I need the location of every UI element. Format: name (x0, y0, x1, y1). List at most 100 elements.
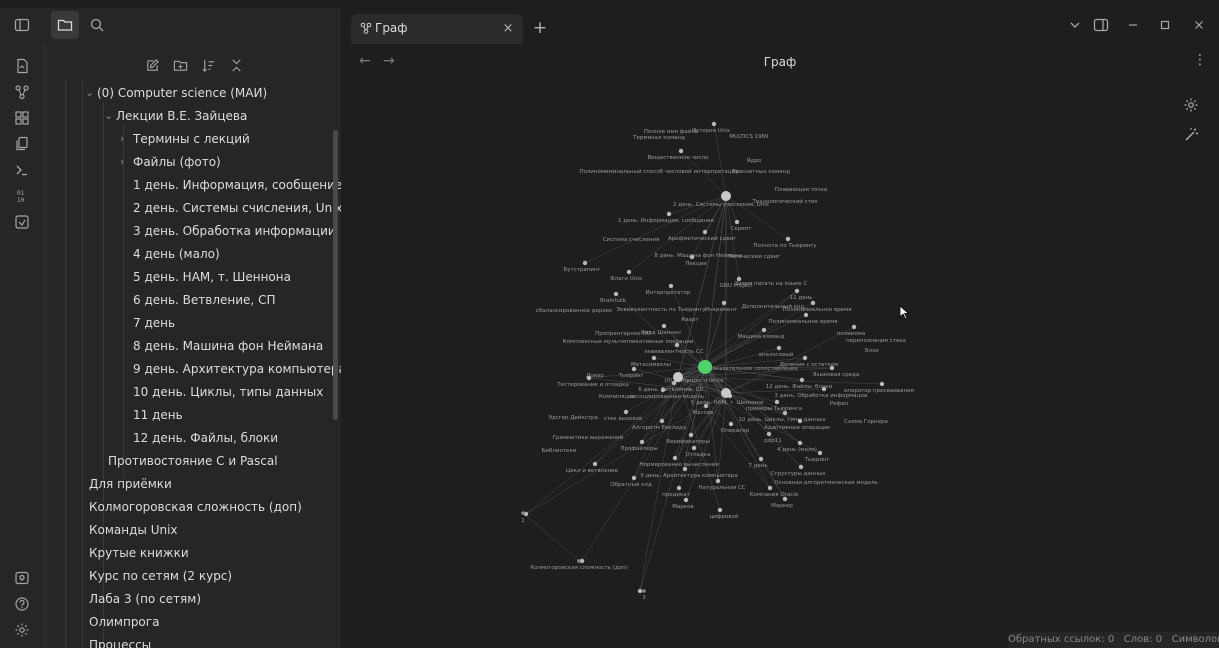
graph-node[interactable] (715, 478, 721, 484)
graph-node[interactable] (631, 475, 637, 481)
graph-node[interactable] (782, 410, 788, 416)
graph-node[interactable] (785, 236, 791, 242)
graph-hub-node[interactable] (721, 191, 731, 201)
graph-node[interactable] (817, 450, 823, 456)
toggle-right-sidebar-icon[interactable] (1087, 11, 1115, 39)
canvas-icon[interactable] (8, 104, 36, 132)
terminal-icon[interactable] (8, 156, 36, 184)
open-quick-switcher-icon[interactable] (8, 52, 36, 80)
graph-node[interactable] (736, 276, 742, 282)
graph-node[interactable] (799, 377, 805, 383)
sort-order-icon[interactable] (197, 54, 219, 76)
graph-node[interactable] (774, 399, 780, 405)
graph-node[interactable] (682, 466, 688, 472)
tab-graph[interactable]: Граф × (351, 14, 523, 44)
new-folder-icon[interactable] (169, 54, 191, 76)
new-note-icon[interactable] (141, 54, 163, 76)
graph-node[interactable] (761, 327, 767, 333)
graph-node[interactable] (829, 365, 835, 371)
graph-node[interactable] (637, 588, 643, 594)
graph-node[interactable] (613, 291, 619, 297)
chevron-down-icon[interactable]: ⌄ (104, 105, 113, 127)
graph-node[interactable] (582, 260, 588, 266)
vault-switcher-icon[interactable] (8, 564, 36, 592)
collapse-all-icon[interactable] (225, 54, 247, 76)
graph-node[interactable] (674, 342, 680, 348)
graph-hub-node[interactable] (721, 388, 731, 398)
tree-item-label: Колмогоровская сложность (доп) (89, 500, 302, 514)
graph-node[interactable] (758, 456, 764, 462)
graph-node[interactable] (728, 421, 734, 427)
graph-node[interactable] (802, 355, 808, 361)
graph-view-icon[interactable] (8, 78, 36, 106)
tree-item-label: 12 день. Файлы, блоки (133, 431, 279, 445)
graph-node[interactable] (810, 300, 816, 306)
graph-node[interactable] (879, 381, 885, 387)
settings-gear-icon[interactable] (8, 616, 36, 644)
graph-node[interactable] (782, 496, 788, 502)
graph-node[interactable] (668, 283, 674, 289)
toggle-left-sidebar-icon[interactable] (8, 11, 36, 39)
graph-node[interactable] (691, 445, 697, 451)
graph-node[interactable] (678, 148, 684, 154)
graph-node[interactable] (702, 229, 708, 235)
graph-hub-node[interactable] (673, 372, 683, 382)
copy-pages-icon[interactable] (8, 130, 36, 158)
graph-node[interactable] (661, 323, 667, 329)
close-tab-icon[interactable]: × (499, 19, 517, 37)
graph-node[interactable] (683, 497, 689, 503)
search-icon[interactable] (83, 11, 111, 39)
graph-node[interactable] (651, 355, 657, 361)
image-icon[interactable] (8, 208, 36, 236)
graph-node-active[interactable] (698, 360, 712, 374)
binary-icon[interactable]: 01 10 (8, 182, 36, 210)
graph-node[interactable] (766, 431, 772, 437)
graph-node[interactable] (639, 439, 645, 445)
graph-node[interactable] (626, 269, 632, 275)
graph-canvas[interactable]: Полное имя файлаИстория UnixMULTICS 1969… (341, 80, 1219, 635)
graph-node-label: Эдсгер Дейкстра (548, 414, 598, 421)
graph-node[interactable] (689, 254, 695, 260)
graph-node[interactable] (767, 485, 773, 491)
chevron-right-icon[interactable]: › (120, 151, 124, 173)
maximize-window-icon[interactable] (1151, 11, 1179, 39)
graph-node[interactable] (659, 418, 665, 424)
chevron-right-icon[interactable]: › (120, 128, 124, 150)
tree-item-label: 4 день (мало) (133, 247, 220, 261)
help-icon[interactable] (8, 590, 36, 618)
minimize-window-icon[interactable] (1119, 11, 1147, 39)
graph-node[interactable] (851, 324, 857, 330)
graph-node[interactable] (721, 300, 727, 306)
graph-node[interactable] (717, 507, 723, 513)
graph-node[interactable] (711, 121, 717, 127)
graph-node[interactable] (642, 589, 646, 593)
graph-node[interactable] (623, 409, 629, 415)
graph-node[interactable] (660, 387, 666, 393)
graph-node[interactable] (798, 464, 804, 470)
graph-node[interactable] (577, 559, 581, 563)
tab-list-chevron-icon[interactable] (1061, 11, 1089, 39)
graph-node[interactable] (592, 461, 598, 467)
graph-node[interactable] (776, 345, 782, 351)
graph-node[interactable] (821, 386, 827, 392)
graph-node[interactable] (797, 418, 803, 424)
graph-node[interactable] (521, 511, 525, 515)
more-options-icon[interactable]: ⋮ (1193, 52, 1207, 68)
new-tab-button[interactable]: + (529, 17, 551, 39)
graph-node[interactable] (671, 380, 677, 386)
graph-node[interactable] (666, 211, 672, 217)
graph-node[interactable] (794, 288, 800, 294)
graph-node[interactable] (676, 485, 682, 491)
graph-node[interactable] (688, 432, 694, 438)
sidebar-scrollbar[interactable] (333, 130, 338, 420)
graph-node[interactable] (631, 366, 637, 372)
graph-node[interactable] (586, 375, 592, 381)
graph-node[interactable] (803, 312, 809, 318)
graph-node[interactable] (672, 455, 678, 461)
files-tab-icon[interactable] (51, 11, 79, 39)
graph-node[interactable] (703, 403, 709, 409)
graph-node[interactable] (734, 219, 740, 225)
close-window-icon[interactable] (1185, 11, 1213, 39)
chevron-down-icon[interactable]: ⌄ (85, 82, 94, 104)
graph-node[interactable] (797, 440, 803, 446)
